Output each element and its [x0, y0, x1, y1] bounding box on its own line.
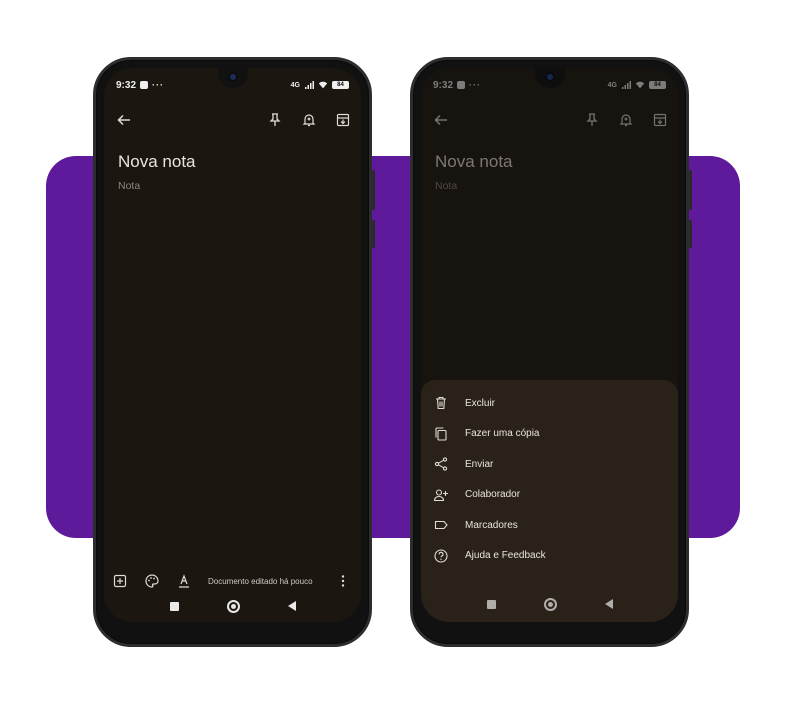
recents-button[interactable]: [169, 601, 179, 611]
add-person-icon: [433, 487, 449, 503]
back-button[interactable]: [604, 599, 613, 609]
notification-icon: [140, 81, 149, 89]
menu-item-label: Marcadores: [465, 519, 518, 531]
back-arrow-icon[interactable]: [116, 112, 132, 128]
system-nav-bar: [104, 596, 361, 616]
home-button[interactable]: [226, 599, 240, 613]
menu-item-enviar[interactable]: Enviar: [421, 449, 678, 480]
note-title[interactable]: Nova nota: [118, 152, 196, 172]
battery-icon: 84: [332, 81, 349, 89]
menu-item-label: Excluir: [465, 397, 496, 409]
back-button[interactable]: [287, 601, 296, 611]
volume-button: [689, 170, 692, 210]
more-options-sheet: Excluir Fazer uma cópia Enviar Colaborad…: [421, 380, 678, 622]
help-icon: [433, 548, 449, 564]
menu-item-fazer-copia[interactable]: Fazer uma cópia: [421, 419, 678, 450]
menu-item-marcadores[interactable]: Marcadores: [421, 510, 678, 541]
share-icon: [433, 456, 449, 472]
screen-left: 9:32 ··· 4G 84 Nova nota Nota Documento …: [104, 68, 361, 622]
volume-button: [372, 170, 375, 210]
power-button: [689, 220, 692, 248]
menu-item-label: Ajuda e Feedback: [465, 550, 546, 562]
phone-left: 9:32 ··· 4G 84 Nova nota Nota Documento …: [93, 57, 375, 647]
menu-item-colaborador[interactable]: Colaborador: [421, 480, 678, 511]
archive-icon[interactable]: [335, 112, 351, 128]
palette-icon[interactable]: [144, 573, 160, 589]
more-notifications-icon: ···: [152, 80, 165, 90]
home-button[interactable]: [543, 597, 557, 611]
text-format-icon[interactable]: [176, 573, 192, 589]
menu-item-ajuda-feedback[interactable]: Ajuda e Feedback: [421, 541, 678, 572]
note-bottom-bar: Documento editado há pouco: [112, 570, 351, 592]
status-time: 9:32: [116, 79, 137, 91]
system-nav-bar: [421, 594, 678, 614]
reminder-bell-icon[interactable]: [301, 112, 317, 128]
power-button: [372, 220, 375, 248]
menu-item-label: Enviar: [465, 458, 494, 470]
note-body-placeholder[interactable]: Nota: [118, 180, 140, 192]
status-bar: 9:32 ··· 4G 84: [116, 78, 349, 92]
more-options-icon[interactable]: [335, 573, 351, 589]
wifi-icon: [318, 80, 328, 90]
trash-icon: [433, 395, 449, 411]
menu-item-label: Colaborador: [465, 489, 521, 501]
screen-right: 9:32 ··· 4G 84 Nova nota Nota Excluir Fa…: [421, 68, 678, 622]
recents-button[interactable]: [486, 599, 496, 609]
signal-label: 4G: [290, 81, 300, 89]
edited-status-text: Documento editado há pouco: [208, 576, 313, 586]
stage: 9:32 ··· 4G 84 Nova nota Nota Documento …: [0, 0, 795, 704]
pin-icon[interactable]: [267, 112, 283, 128]
phone-right: 9:32 ··· 4G 84 Nova nota Nota Excluir Fa…: [410, 57, 692, 647]
copy-icon: [433, 426, 449, 442]
label-icon: [433, 517, 449, 533]
note-toolbar: [116, 108, 351, 132]
menu-item-label: Fazer uma cópia: [465, 428, 540, 440]
add-box-icon[interactable]: [112, 573, 128, 589]
signal-icon: [304, 80, 314, 90]
menu-item-excluir[interactable]: Excluir: [421, 388, 678, 419]
